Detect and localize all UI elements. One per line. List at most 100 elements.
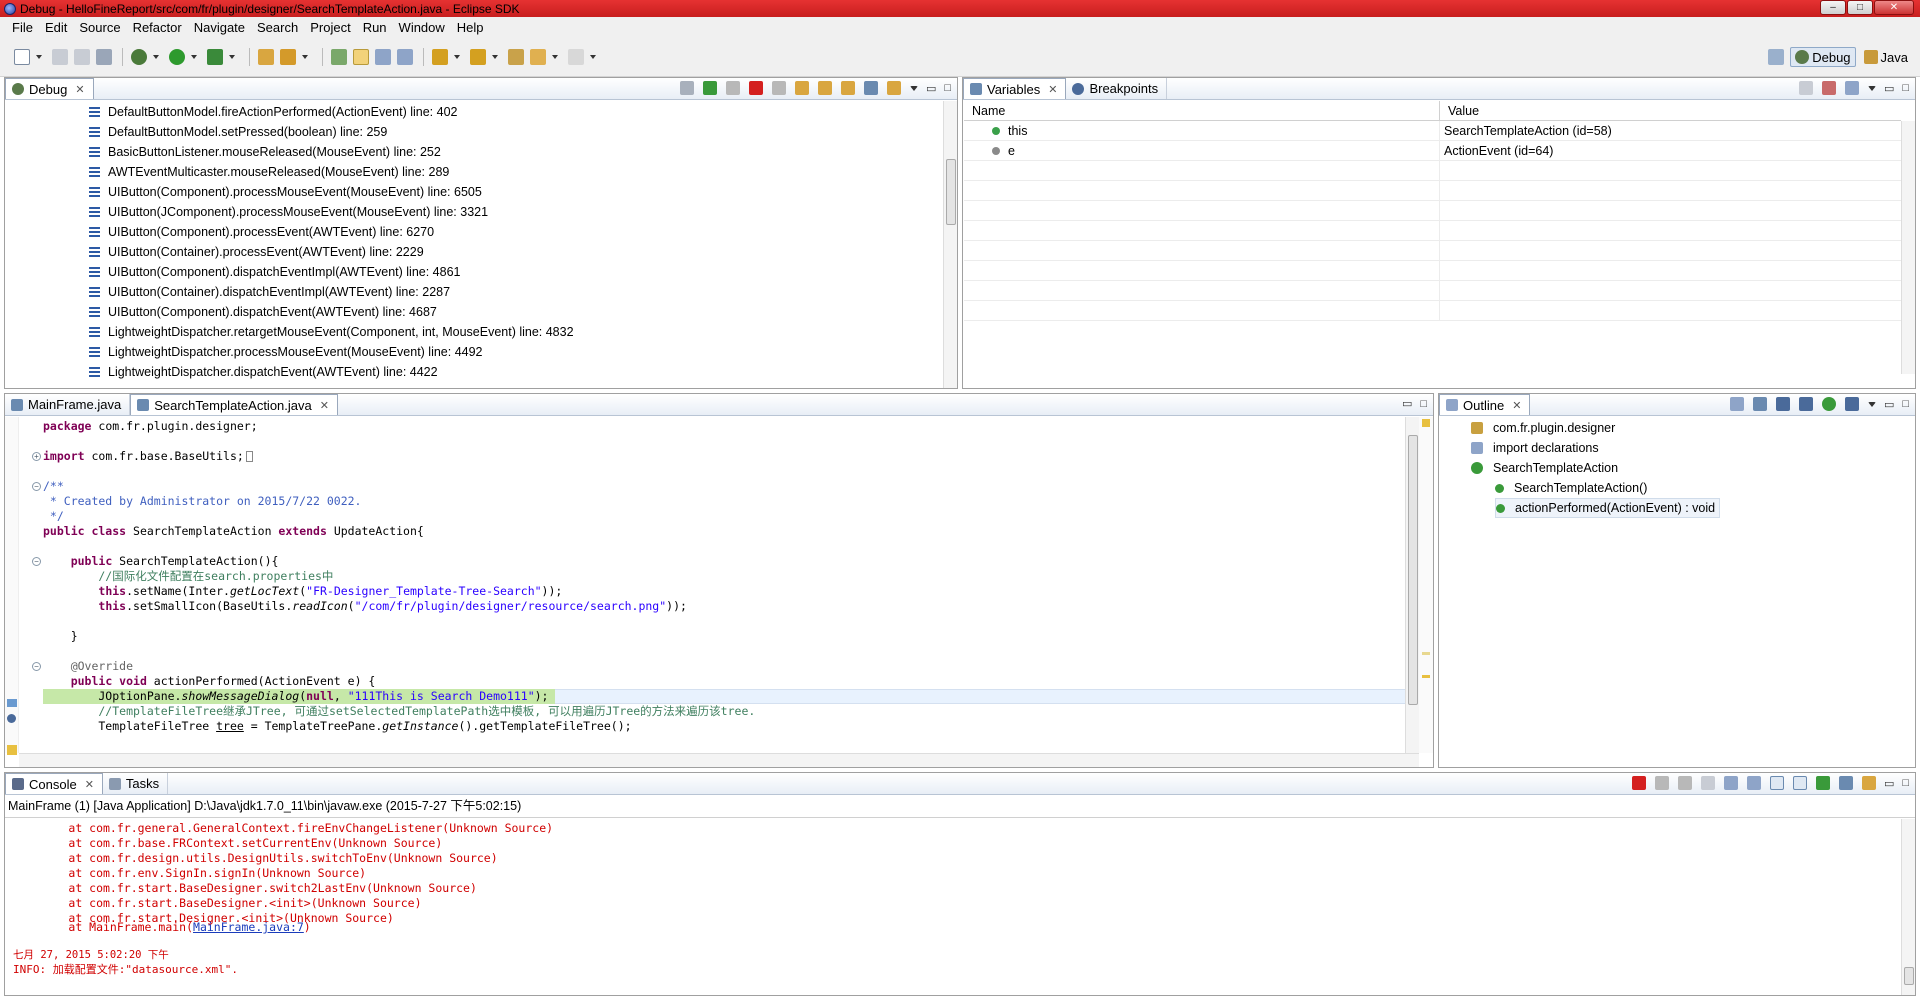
sort-icon[interactable] xyxy=(1752,397,1767,411)
tab-console[interactable]: Console ✕ xyxy=(5,773,103,794)
terminate-icon[interactable] xyxy=(748,81,763,95)
console-scrollbar-thumb[interactable] xyxy=(1904,967,1914,985)
code-line-10[interactable]: public SearchTemplateAction(){ xyxy=(43,554,279,569)
save-icon[interactable] xyxy=(52,48,68,65)
maximize-view-icon[interactable]: □ xyxy=(944,82,951,94)
stack-frame[interactable]: UIButton(Component).dispatchEventImpl(AW… xyxy=(89,262,460,282)
menu-search[interactable]: Search xyxy=(251,20,304,35)
stack-frame[interactable]: UIButton(JComponent).processMouseEvent(M… xyxy=(89,202,488,222)
debug-perspective-button[interactable]: Debug xyxy=(1790,47,1856,67)
clear-console-icon[interactable] xyxy=(1700,776,1715,790)
back-icon[interactable] xyxy=(530,48,546,65)
external-tools-icon[interactable] xyxy=(207,48,223,65)
last-edit-location-icon[interactable] xyxy=(508,48,524,65)
fold-collapse-icon[interactable]: − xyxy=(32,482,41,491)
toggle-mark-occurrences-icon[interactable] xyxy=(331,48,347,65)
show-on-stdout-icon[interactable] xyxy=(1769,776,1784,790)
maximize-view-icon[interactable]: □ xyxy=(1902,777,1909,789)
debug-dropdown-icon[interactable] xyxy=(153,54,159,59)
hide-local-types-icon[interactable] xyxy=(1844,397,1859,411)
code-line-11[interactable]: //国际化文件配置在search.properties中 xyxy=(43,569,333,584)
warning-marker[interactable] xyxy=(1422,419,1430,427)
minimize-button[interactable]: – xyxy=(1820,0,1846,15)
collapse-all-icon[interactable] xyxy=(1729,397,1744,411)
show-type-names-icon[interactable] xyxy=(1798,81,1813,95)
remove-all-terminated-icon[interactable] xyxy=(1677,776,1692,790)
tab-breakpoints[interactable]: Breakpoints xyxy=(1066,78,1168,99)
fold-expand-icon[interactable]: + xyxy=(32,452,41,461)
debug-run-icon[interactable] xyxy=(131,48,147,65)
disconnect-icon[interactable] xyxy=(771,81,786,95)
tab-debug[interactable]: Debug ✕ xyxy=(5,78,94,99)
run-icon[interactable] xyxy=(169,48,185,65)
close-icon[interactable]: ✕ xyxy=(85,778,94,791)
variable-row[interactable]: this SearchTemplateAction (id=58) xyxy=(964,121,1901,141)
code-line-15[interactable]: } xyxy=(43,629,78,644)
minimize-view-icon[interactable]: ▭ xyxy=(1884,777,1894,790)
show-on-stderr-icon[interactable] xyxy=(1792,776,1807,790)
occurrence-marker[interactable] xyxy=(1422,652,1430,655)
save-all-icon[interactable] xyxy=(74,48,90,65)
menu-project[interactable]: Project xyxy=(304,20,356,35)
variables-scrollbar[interactable] xyxy=(1901,121,1915,374)
terminate-icon[interactable] xyxy=(1631,776,1646,790)
forward-dropdown-icon[interactable] xyxy=(590,54,596,59)
back-dropdown-icon[interactable] xyxy=(552,54,558,59)
code-line-12[interactable]: this.setName(Inter.getLocText("FR-Design… xyxy=(43,584,562,599)
step-return-icon[interactable] xyxy=(840,81,855,95)
code-line-5[interactable]: /** xyxy=(43,479,64,494)
previous-annotation-dropdown-icon[interactable] xyxy=(492,54,498,59)
remove-launch-icon[interactable] xyxy=(1654,776,1669,790)
fold-collapse-icon[interactable]: − xyxy=(32,557,41,566)
hide-non-public-icon[interactable] xyxy=(1821,397,1836,411)
block-selection-icon[interactable] xyxy=(397,48,413,65)
maximize-view-icon[interactable]: □ xyxy=(1420,398,1427,410)
menu-help[interactable]: Help xyxy=(451,20,490,35)
code-line-21[interactable]: TemplateFileTree tree = TemplateTreePane… xyxy=(43,719,631,734)
stack-frame[interactable]: AWTEventMulticaster.mouseReleased(MouseE… xyxy=(89,162,449,182)
stack-frame[interactable]: DefaultButtonModel.setPressed(boolean) l… xyxy=(89,122,387,142)
variable-row[interactable]: e ActionEvent (id=64) xyxy=(964,141,1901,161)
code-line-8[interactable]: public class SearchTemplateAction extend… xyxy=(43,524,424,539)
close-icon[interactable]: ✕ xyxy=(1512,399,1521,412)
stack-frame[interactable]: LightweightDispatcher.processMouseEvent(… xyxy=(89,342,483,362)
tab-tasks[interactable]: Tasks xyxy=(103,773,169,794)
menu-source[interactable]: Source xyxy=(73,20,126,35)
open-perspective-icon[interactable] xyxy=(1768,49,1785,65)
stack-frame[interactable]: BasicButtonListener.mouseReleased(MouseE… xyxy=(89,142,441,162)
outline-item[interactable]: SearchTemplateAction() xyxy=(1495,478,1647,498)
run-dropdown-icon[interactable] xyxy=(191,54,197,59)
next-annotation-dropdown-icon[interactable] xyxy=(454,54,460,59)
menu-navigate[interactable]: Navigate xyxy=(188,20,251,35)
display-console-icon[interactable] xyxy=(1838,776,1853,790)
collapse-all-icon[interactable] xyxy=(1844,81,1859,95)
close-button[interactable]: ✕ xyxy=(1874,0,1914,15)
menu-refactor[interactable]: Refactor xyxy=(127,20,188,35)
remove-terminated-icon[interactable] xyxy=(679,81,694,95)
editor-hscrollbar[interactable] xyxy=(19,753,1419,767)
stack-frame[interactable]: UIButton(Container).processEvent(AWTEven… xyxy=(89,242,424,262)
external-tools-dropdown-icon[interactable] xyxy=(229,54,235,59)
forward-icon[interactable] xyxy=(568,48,584,65)
outline-item[interactable]: SearchTemplateAction xyxy=(1471,458,1618,478)
column-name[interactable]: Name xyxy=(964,101,1440,120)
maximize-view-icon[interactable]: □ xyxy=(1902,82,1909,94)
pin-console-icon[interactable] xyxy=(1815,776,1830,790)
open-console-icon[interactable] xyxy=(1861,776,1876,790)
show-logical-structure-icon[interactable] xyxy=(1821,81,1836,95)
tab-variables[interactable]: Variables ✕ xyxy=(963,78,1067,99)
view-menu-icon[interactable] xyxy=(909,85,918,91)
stack-frame[interactable]: LightweightDispatcher.retargetMouseEvent… xyxy=(89,322,574,342)
menu-file[interactable]: File xyxy=(6,20,39,35)
stack-frame[interactable]: DefaultButtonModel.fireActionPerformed(A… xyxy=(89,102,458,122)
new-icon[interactable] xyxy=(14,48,30,65)
resume-icon[interactable] xyxy=(702,81,717,95)
code-line-13[interactable]: this.setSmallIcon(BaseUtils.readIcon("/c… xyxy=(43,599,687,614)
step-into-icon[interactable] xyxy=(794,81,809,95)
java-perspective-button[interactable]: Java xyxy=(1860,47,1912,67)
scroll-lock-icon[interactable] xyxy=(1723,776,1738,790)
word-wrap-icon[interactable] xyxy=(1746,776,1761,790)
stack-frame[interactable]: UIButton(Component).dispatchEvent(AWTEve… xyxy=(89,302,437,322)
stack-frame[interactable]: UIButton(Container).dispatchEventImpl(AW… xyxy=(89,282,450,302)
hide-static-icon[interactable] xyxy=(1798,397,1813,411)
